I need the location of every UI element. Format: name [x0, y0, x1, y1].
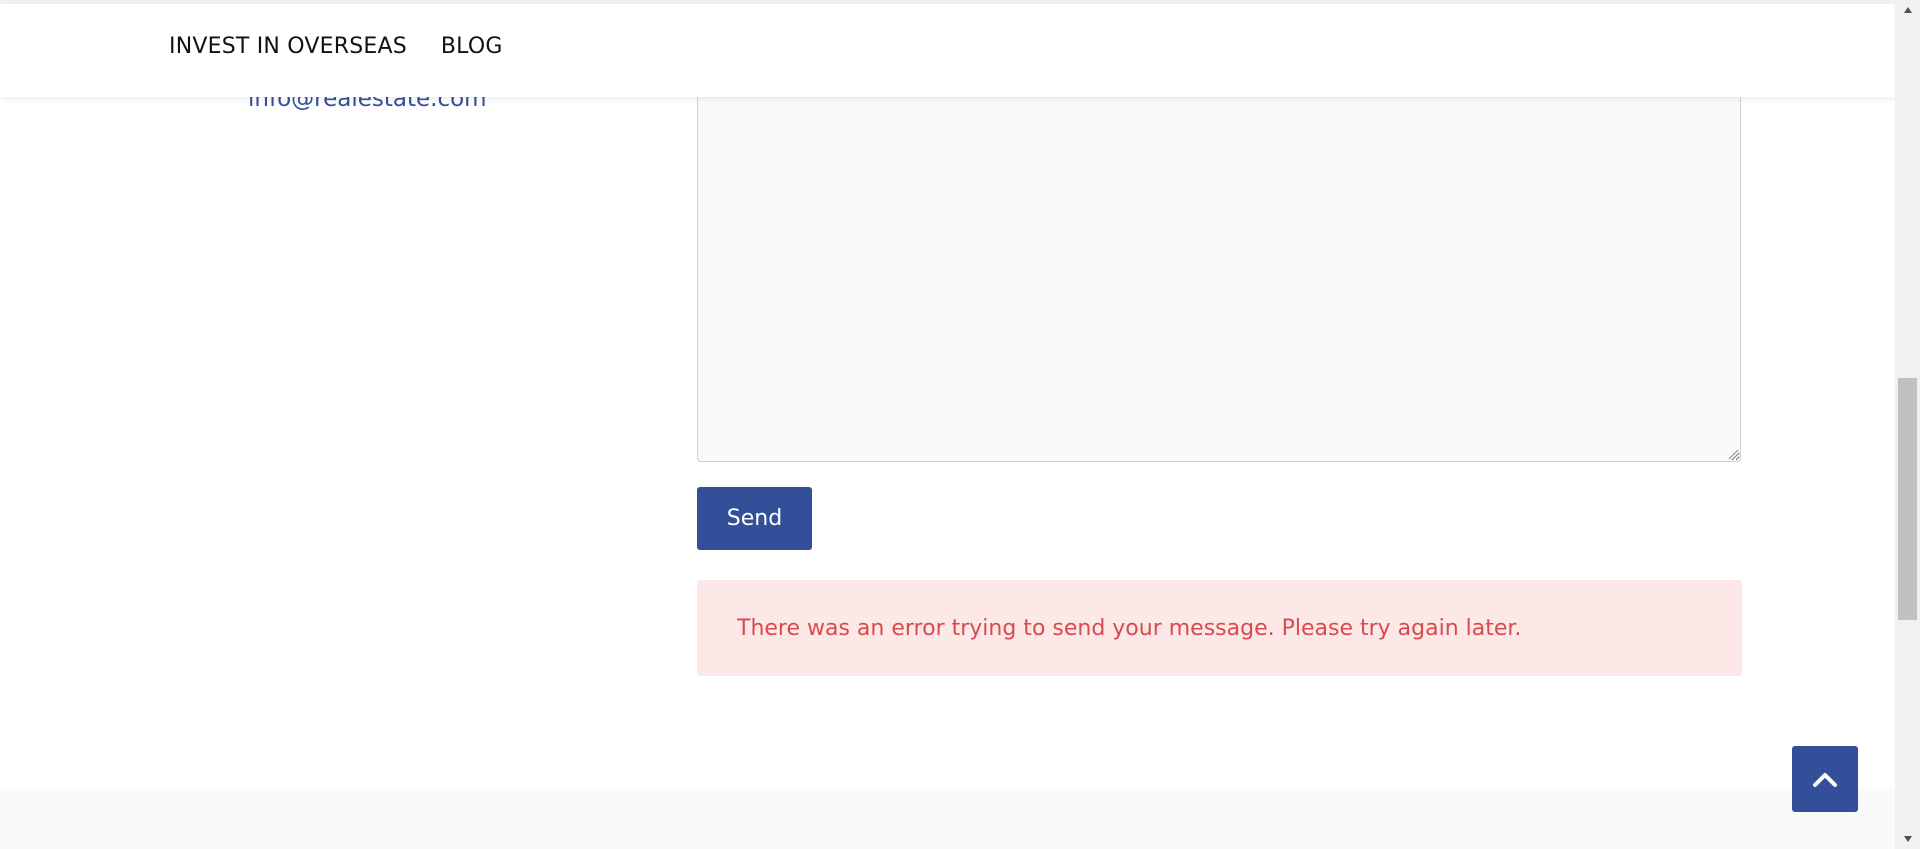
triangle-up-icon — [1903, 7, 1912, 13]
back-to-top-button[interactable] — [1792, 746, 1858, 812]
page-viewport: INVEST IN OVERSEAS BLOG info@realestate.… — [0, 0, 1895, 849]
triangle-down-icon — [1903, 836, 1912, 842]
scroll-down-arrow[interactable] — [1895, 829, 1920, 849]
error-alert: There was an error trying to send your m… — [697, 580, 1742, 676]
chevron-up-icon — [1813, 773, 1837, 787]
send-button[interactable]: Send — [697, 487, 812, 550]
scroll-thumb[interactable] — [1898, 378, 1917, 620]
message-textarea[interactable] — [697, 60, 1741, 462]
footer-band — [0, 788, 1895, 849]
scroll-up-arrow[interactable] — [1895, 0, 1920, 20]
vertical-scrollbar[interactable] — [1895, 0, 1920, 849]
main-nav: INVEST IN OVERSEAS BLOG — [169, 34, 503, 59]
nav-item-invest-in-overseas[interactable]: INVEST IN OVERSEAS — [169, 34, 407, 59]
nav-item-blog[interactable]: BLOG — [441, 34, 503, 59]
site-header: INVEST IN OVERSEAS BLOG — [0, 4, 1895, 97]
error-alert-text: There was an error trying to send your m… — [737, 615, 1522, 641]
